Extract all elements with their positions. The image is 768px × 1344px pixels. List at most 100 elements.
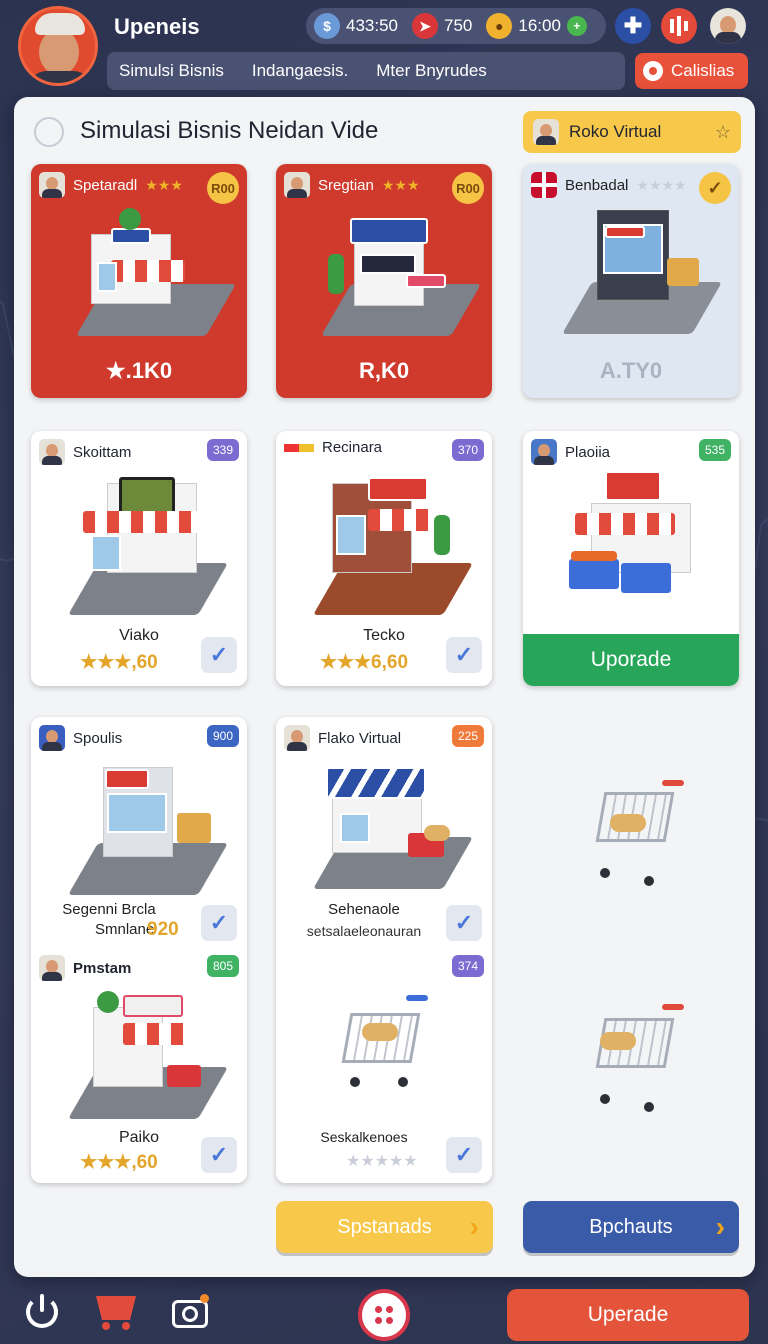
level-badge: 535 — [699, 439, 731, 461]
card-owner-name: Spoulis — [73, 729, 123, 747]
card-subtitle: Smnlane — [95, 921, 155, 938]
player-name: Upeneis — [114, 14, 200, 39]
card-owner-name: Sregtian — [318, 176, 374, 194]
settings-icon — [34, 117, 64, 147]
category-tabs: Simulsi Bisnis Indangaesis. Mter Bnyrude… — [107, 52, 625, 90]
rating-stars: ★★★★★ — [346, 1153, 418, 1170]
check-button[interactable]: ✓ — [446, 637, 482, 673]
shop-building-illustration — [67, 987, 229, 1119]
location-button[interactable]: Calislias — [635, 53, 748, 89]
owner-avatar — [39, 172, 65, 198]
business-card[interactable]: Skoittam 339 Viako ★★★,60 ✓ — [31, 431, 247, 686]
level-badge: 900 — [207, 725, 239, 747]
card-title: Sehenaole — [328, 901, 400, 918]
kiosk-illustration — [67, 757, 229, 895]
card-owner-name: Recinara — [322, 439, 383, 456]
business-card[interactable]: Sregtian ★★★ R00 R,K0 — [276, 164, 492, 398]
flag-icon — [284, 443, 314, 452]
check-button[interactable]: ✓ — [201, 905, 237, 941]
card-owner-name: Flako Virtual — [318, 729, 402, 747]
tab-indangaesis[interactable]: Indangaesis. — [252, 61, 348, 81]
business-card[interactable]: Spetaradl ★★★ R00 ★.1K0 — [31, 164, 247, 398]
check-button[interactable]: ✓ — [201, 1137, 237, 1173]
resource-rocket: ➤ 750 — [412, 13, 472, 39]
card-price: R,K0 — [358, 358, 410, 383]
stats-button[interactable] — [661, 8, 697, 44]
owner-avatar — [39, 955, 65, 981]
business-card-stack: Flako Virtual 225 Sehenaole setsalaeleon… — [276, 717, 492, 1183]
bottom-upgrade-button[interactable]: Uperade — [507, 1289, 749, 1341]
resource-bar: $ 433:50 ➤ 750 ● 16:00 + — [306, 8, 606, 44]
card-owner-name: Spetaradl — [73, 176, 138, 194]
card-owner-name: Benbadal — [565, 176, 629, 194]
shopping-cart-illustration — [336, 993, 446, 1113]
card-header: Spoulis — [39, 725, 122, 751]
owner-avatar — [284, 172, 310, 198]
laptop-illustration — [557, 204, 723, 334]
card-header: Flako Virtual — [284, 725, 401, 751]
blue-action-button[interactable]: Bpchauts › — [523, 1201, 739, 1253]
card-owner-name: Pmstam — [73, 959, 132, 977]
owner-avatar — [39, 725, 65, 751]
player-avatar[interactable] — [18, 6, 98, 86]
level-badge: 374 — [452, 955, 484, 977]
featured-banner[interactable]: Roko Virtual ☆ — [523, 111, 741, 153]
card-value: ★★★,60 — [80, 1152, 158, 1173]
card-price: ★.1K0 — [105, 358, 173, 383]
level-badge: 370 — [452, 439, 484, 461]
card-owner-name: Plaoiia — [565, 443, 611, 461]
camera-icon[interactable] — [170, 1292, 210, 1332]
business-card[interactable]: Benbadal ★★★★ ✓ A.TY0 — [523, 164, 739, 398]
rating-stars: ★★★ — [381, 176, 420, 193]
card-title: Segenni Brcla — [62, 901, 156, 918]
star-icon[interactable]: ☆ — [715, 122, 731, 143]
power-icon[interactable] — [22, 1292, 62, 1332]
tab-mter-bnyrudes[interactable]: Mter Bnyrudes — [376, 61, 487, 81]
business-card[interactable]: Plaoiia 535 Uporade — [523, 431, 739, 686]
featured-avatar — [533, 119, 559, 145]
checkmark-badge: ✓ — [699, 172, 731, 204]
stats-icon — [670, 19, 674, 33]
add-resource-icon[interactable]: + — [566, 16, 587, 36]
tab-simulasi-bisnis[interactable]: Simulsi Bisnis — [119, 61, 224, 81]
business-card[interactable]: Recinara 370 Tecko ★★★6,60 ✓ — [276, 431, 492, 686]
featured-label: Roko Virtual — [569, 122, 662, 141]
card-value: ★★★6,60 — [319, 652, 409, 673]
card-header: Sregtian ★★★ — [284, 172, 420, 198]
card-header: Plaoiia — [531, 439, 610, 465]
owner-avatar — [284, 725, 310, 751]
level-badge: 339 — [207, 439, 239, 461]
add-button[interactable]: ✚ — [615, 8, 651, 44]
check-button[interactable]: ✓ — [446, 905, 482, 941]
yellow-action-button[interactable]: Spstanads › — [276, 1201, 493, 1253]
business-card-stack: Spoulis 900 Segenni Brcla Smnlane 920 ✓ … — [31, 717, 247, 1183]
rocket-icon: ➤ — [412, 13, 438, 39]
chevron-right-icon: › — [715, 1211, 725, 1242]
shop-building-illustration — [316, 204, 482, 336]
shop-building-illustration — [71, 204, 237, 336]
market-stall-illustration — [559, 467, 709, 617]
resource-coins: $ 433:50 — [314, 13, 398, 39]
gold-icon: ● — [486, 13, 513, 39]
menu-button[interactable] — [358, 1289, 410, 1341]
card-header: Spetaradl ★★★ — [39, 172, 183, 198]
level-badge: 805 — [207, 955, 239, 977]
flag-icon — [531, 172, 557, 198]
shopping-cart-illustration — [590, 996, 700, 1116]
blue-action-label: Bpchauts — [589, 1215, 673, 1238]
coin-badge: R00 — [452, 172, 484, 204]
card-value: 920 — [147, 919, 179, 940]
cart-icon[interactable] — [92, 1292, 138, 1332]
card-header: Skoittam — [39, 439, 131, 465]
coins-icon: $ — [314, 13, 340, 39]
chevron-right-icon: › — [469, 1211, 479, 1242]
rating-stars: ★★★ — [145, 176, 183, 193]
upgrade-button[interactable]: Uporade — [523, 634, 739, 686]
grid-icon — [375, 1306, 393, 1324]
check-button[interactable]: ✓ — [201, 637, 237, 673]
resource-gold: ● 16:00 + — [486, 13, 587, 39]
check-button[interactable]: ✓ — [446, 1137, 482, 1173]
card-price: A.TY0 — [599, 358, 663, 383]
location-pin-icon — [643, 61, 663, 81]
profile-avatar[interactable] — [710, 8, 746, 44]
